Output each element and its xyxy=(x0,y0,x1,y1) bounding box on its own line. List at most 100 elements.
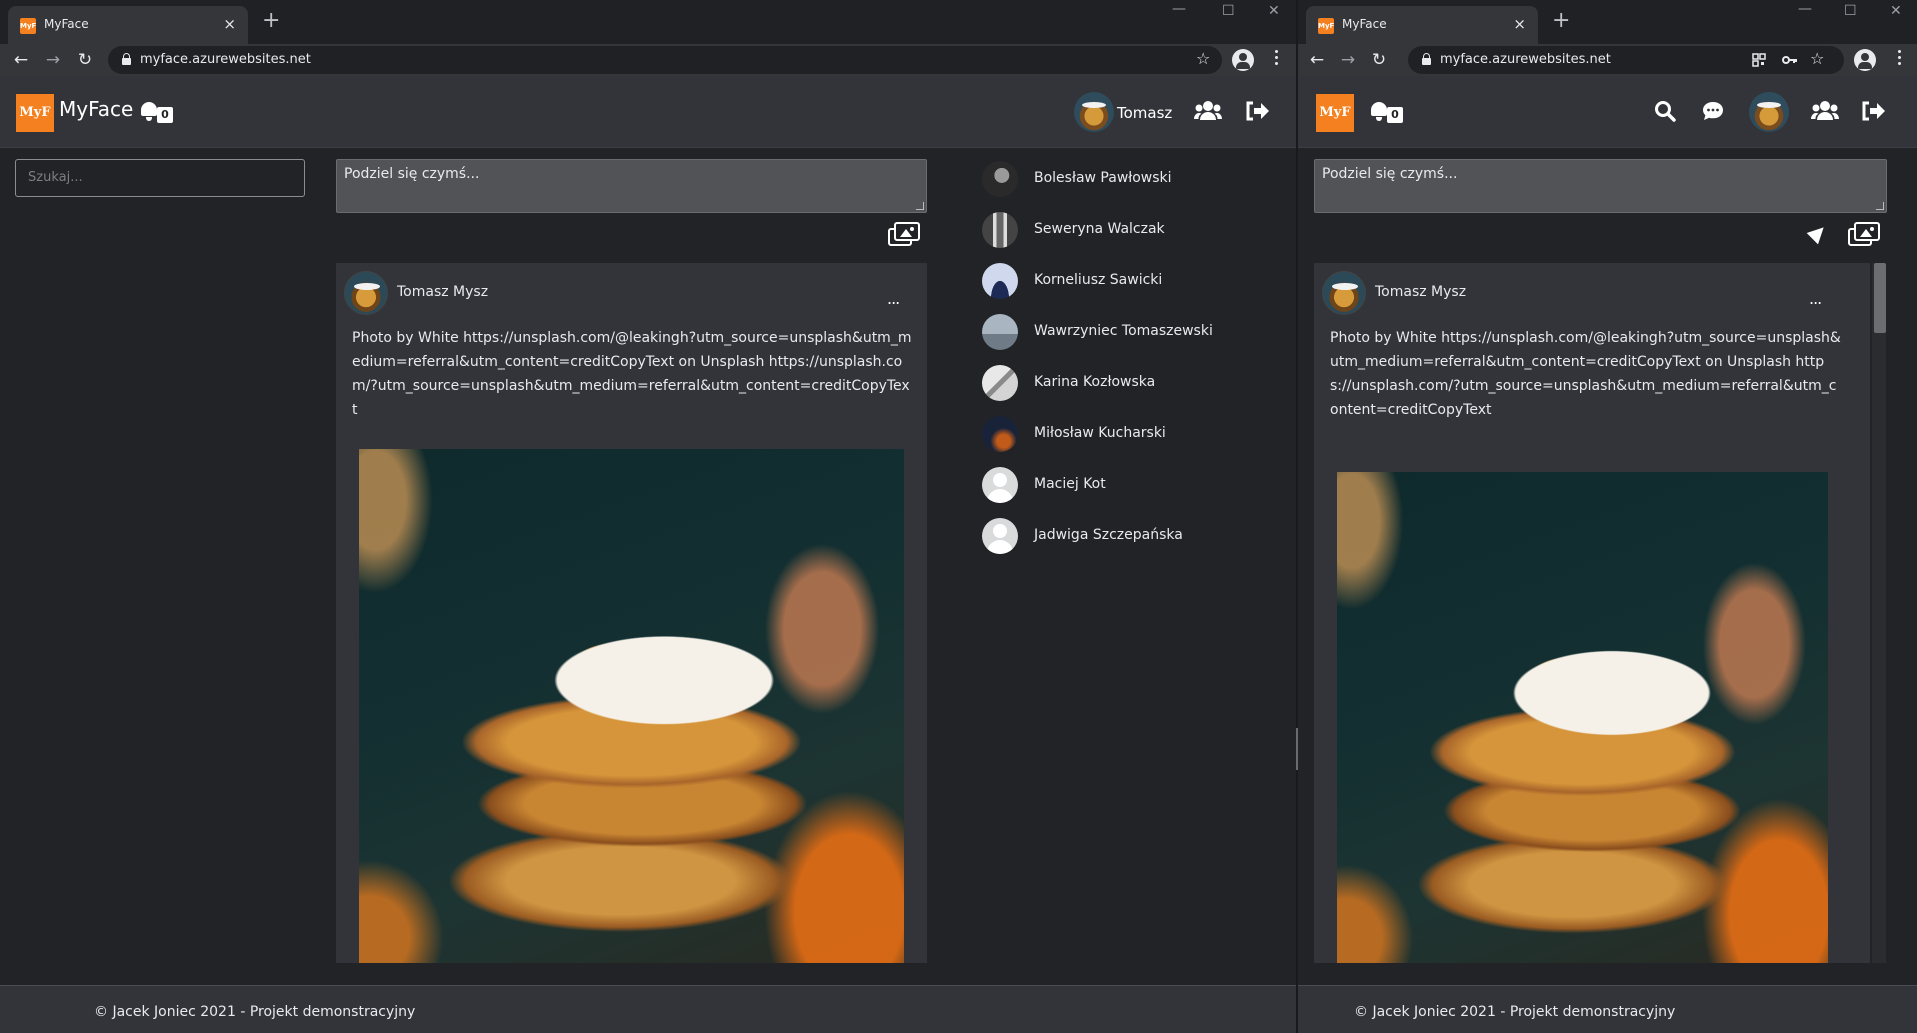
post-card: Tomasz Mysz ... Photo by White https://u… xyxy=(1314,263,1870,963)
minimize-button[interactable]: — xyxy=(1798,1,1812,17)
friend-avatar xyxy=(982,416,1018,452)
users-icon[interactable] xyxy=(1811,100,1839,122)
close-tab-icon[interactable]: × xyxy=(1513,15,1526,33)
tab-title: MyFace xyxy=(44,17,89,31)
forward-button[interactable]: → xyxy=(1336,48,1360,72)
close-window-button[interactable]: ✕ xyxy=(1890,3,1902,19)
post-menu-button[interactable]: ... xyxy=(1809,289,1822,308)
bookmark-star-icon[interactable]: ☆ xyxy=(1196,49,1210,68)
post-author-name[interactable]: Tomasz Mysz xyxy=(397,284,488,300)
user-name[interactable]: Tomasz xyxy=(1117,104,1172,122)
browser-window-left: MyF MyFace × + — ☐ ✕ ← → ↻ myface.azurew… xyxy=(0,0,1296,1033)
maximize-button[interactable]: ☐ xyxy=(1844,3,1857,19)
sign-out-icon[interactable] xyxy=(1245,101,1269,121)
post-photo[interactable] xyxy=(1337,472,1828,963)
post-composer-input[interactable]: Podziel się czymś... xyxy=(336,159,927,213)
page-footer: © Jacek Joniec 2021 - Projekt demonstrac… xyxy=(0,985,1296,1033)
browser-tab[interactable]: MyF MyFace × xyxy=(8,6,248,44)
post-photo[interactable] xyxy=(359,449,904,963)
close-window-button[interactable]: ✕ xyxy=(1268,3,1280,19)
new-tab-button[interactable]: + xyxy=(262,8,280,33)
post-card: Tomasz Mysz ... Photo by White https://u… xyxy=(336,263,927,963)
resize-handle[interactable] xyxy=(916,202,924,210)
friend-item[interactable]: Seweryna Walczak xyxy=(982,208,1282,248)
friend-item[interactable]: Karina Kozłowska xyxy=(982,361,1282,401)
brand-name[interactable]: MyFace xyxy=(59,97,133,121)
friend-avatar xyxy=(982,365,1018,401)
post-author-name[interactable]: Tomasz Mysz xyxy=(1375,284,1466,300)
composer-placeholder: Podziel się czymś... xyxy=(1322,166,1458,182)
address-bar[interactable]: myface.azurewebsites.net ☆ xyxy=(1408,46,1844,74)
reload-button[interactable]: ↻ xyxy=(73,48,97,72)
profile-icon[interactable] xyxy=(1854,49,1876,71)
lock-icon xyxy=(122,53,131,65)
friend-name: Karina Kozłowska xyxy=(1034,374,1156,390)
friend-item[interactable]: Korneliusz Sawicki xyxy=(982,259,1282,299)
search-placeholder: Szukaj... xyxy=(28,170,83,185)
minimize-button[interactable]: — xyxy=(1172,1,1186,17)
lock-icon xyxy=(1422,53,1431,65)
user-avatar[interactable] xyxy=(1749,92,1789,132)
friend-avatar xyxy=(982,161,1018,197)
comment-icon[interactable] xyxy=(1702,101,1724,121)
scrollbar-track[interactable] xyxy=(1872,263,1886,963)
images-icon[interactable] xyxy=(888,222,920,246)
notification-badge: 0 xyxy=(157,107,173,123)
reload-button[interactable]: ↻ xyxy=(1367,48,1391,72)
scrollbar-thumb[interactable] xyxy=(1874,263,1886,333)
bell-icon[interactable] xyxy=(139,100,159,122)
close-tab-icon[interactable]: × xyxy=(223,15,236,33)
friend-item[interactable]: Bolesław Pawłowski xyxy=(982,157,1282,197)
profile-icon[interactable] xyxy=(1232,49,1254,71)
maximize-button[interactable]: ☐ xyxy=(1222,3,1235,19)
friend-name: Wawrzyniec Tomaszewski xyxy=(1034,323,1213,339)
app-logo[interactable]: MyF xyxy=(16,94,54,132)
address-bar[interactable]: myface.azurewebsites.net ☆ xyxy=(108,46,1222,74)
search-icon[interactable] xyxy=(1654,100,1676,122)
images-icon[interactable] xyxy=(1848,222,1880,246)
post-author-avatar[interactable] xyxy=(344,271,388,315)
back-button[interactable]: ← xyxy=(1305,48,1329,72)
users-icon[interactable] xyxy=(1194,100,1222,122)
page-footer: © Jacek Joniec 2021 - Projekt demonstrac… xyxy=(1298,985,1917,1033)
friend-name: Seweryna Walczak xyxy=(1034,221,1165,237)
footer-text: © Jacek Joniec 2021 - Projekt demonstrac… xyxy=(1354,1004,1676,1020)
key-icon[interactable] xyxy=(1782,54,1798,66)
friend-name: Maciej Kot xyxy=(1034,476,1106,492)
bell-icon[interactable] xyxy=(1369,100,1389,122)
new-tab-button[interactable]: + xyxy=(1552,8,1570,33)
friend-avatar xyxy=(982,263,1018,299)
browser-tab[interactable]: MyF MyFace × xyxy=(1306,6,1538,44)
url-text: myface.azurewebsites.net xyxy=(140,52,311,67)
friend-avatar xyxy=(982,314,1018,350)
browser-toolbar: ← → ↻ myface.azurewebsites.net ☆ xyxy=(1298,44,1917,76)
app-navbar: MyF 0 xyxy=(1298,76,1917,148)
friend-item[interactable]: Wawrzyniec Tomaszewski xyxy=(982,310,1282,350)
menu-dots-icon[interactable] xyxy=(1275,50,1279,68)
favicon: MyF xyxy=(1318,18,1334,34)
post-text: Photo by White https://unsplash.com/@lea… xyxy=(1330,330,1841,418)
friend-name: Bolesław Pawłowski xyxy=(1034,170,1172,186)
notification-badge: 0 xyxy=(1387,107,1403,123)
resize-handle[interactable] xyxy=(1876,202,1884,210)
friend-item[interactable]: Miłosław Kucharski xyxy=(982,412,1282,452)
favicon: MyF xyxy=(20,18,36,34)
post-author-avatar[interactable] xyxy=(1322,271,1366,315)
user-avatar[interactable] xyxy=(1074,92,1114,132)
back-button[interactable]: ← xyxy=(9,48,33,72)
forward-button[interactable]: → xyxy=(41,48,65,72)
search-input[interactable]: Szukaj... xyxy=(15,159,305,197)
tab-strip: MyF MyFace × + — ☐ ✕ xyxy=(1298,0,1917,44)
sign-out-icon[interactable] xyxy=(1861,101,1885,121)
screen: MyF MyFace × + — ☐ ✕ ← → ↻ myface.azurew… xyxy=(0,0,1917,1033)
location-arrow-icon[interactable] xyxy=(1807,222,1827,242)
friend-item[interactable]: Maciej Kot xyxy=(982,463,1282,503)
post-composer-input[interactable]: Podziel się czymś... xyxy=(1314,159,1887,213)
friend-name: Korneliusz Sawicki xyxy=(1034,272,1163,288)
app-logo[interactable]: MyF xyxy=(1316,94,1354,132)
post-menu-button[interactable]: ... xyxy=(887,289,900,308)
friend-item[interactable]: Jadwiga Szczepańska xyxy=(982,514,1282,554)
qr-code-icon[interactable] xyxy=(1752,53,1766,67)
menu-dots-icon[interactable] xyxy=(1898,50,1902,68)
bookmark-star-icon[interactable]: ☆ xyxy=(1810,49,1824,68)
